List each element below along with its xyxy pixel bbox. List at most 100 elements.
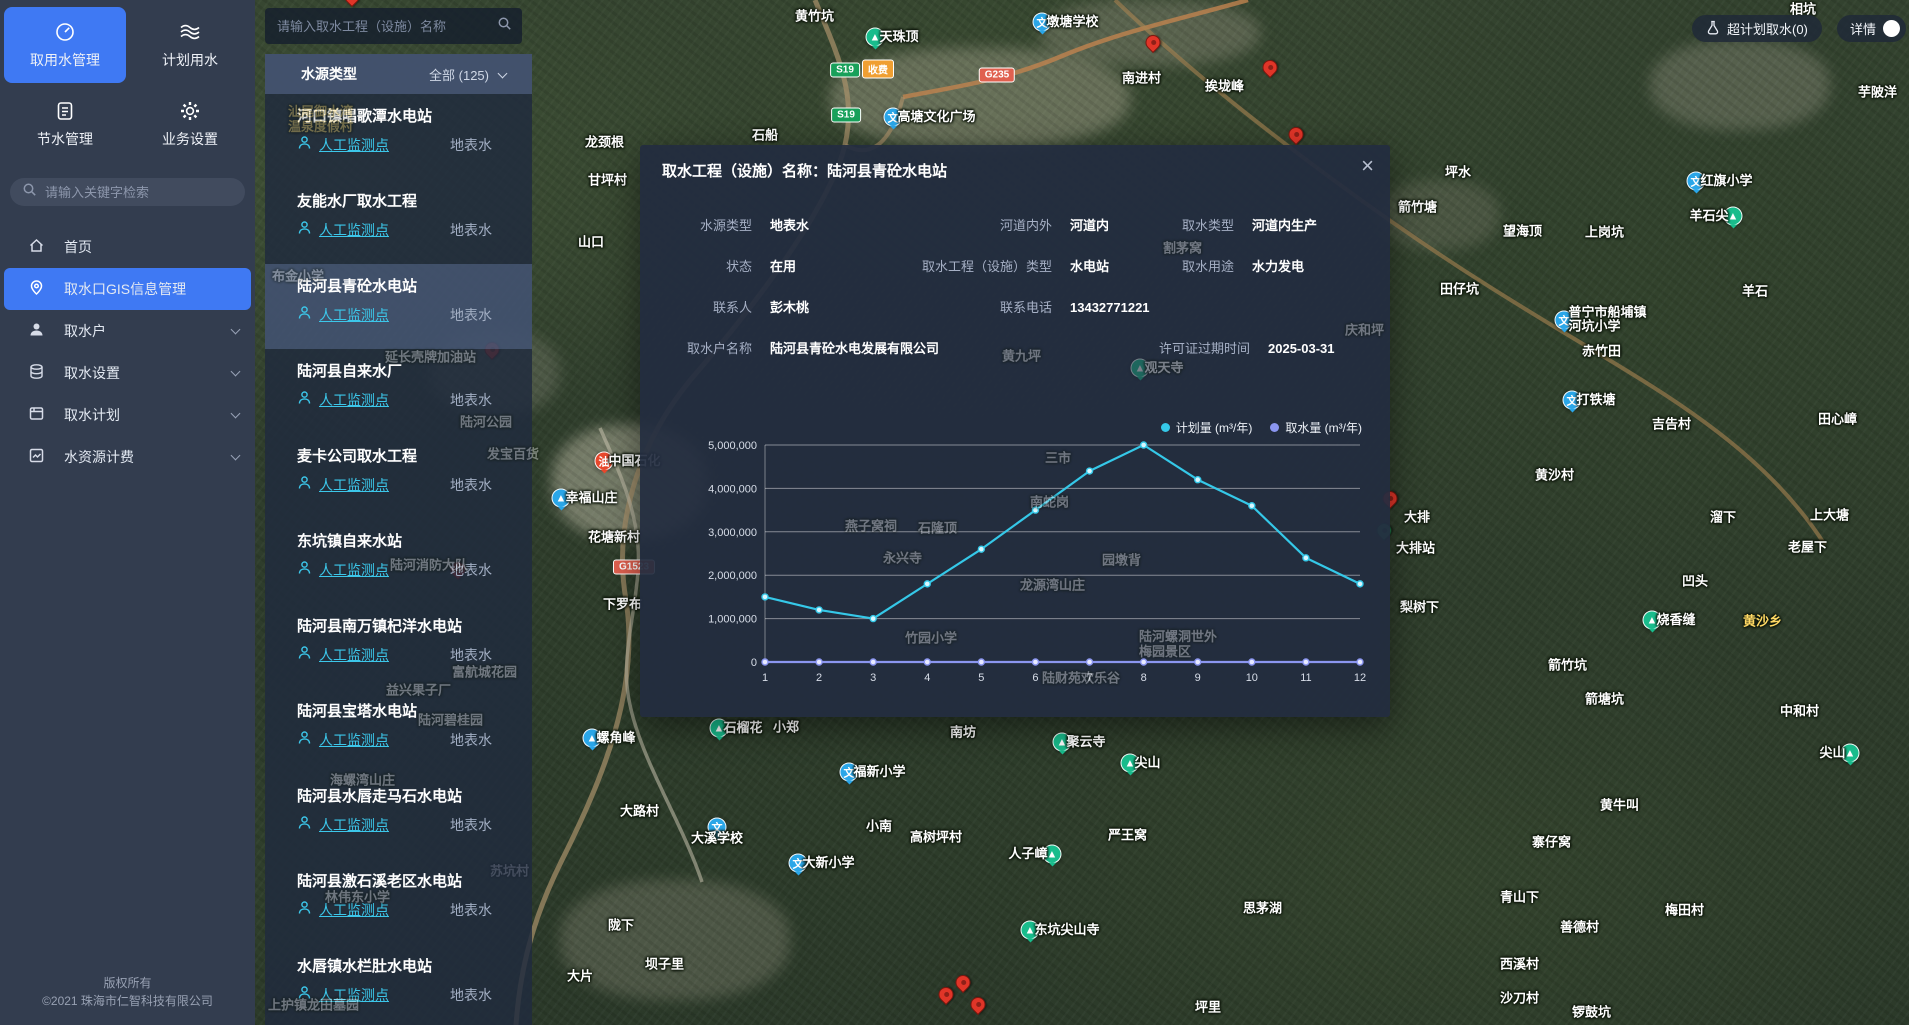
map-poi-marker[interactable]: 文高塘文化广场 (884, 108, 903, 127)
station-name: 陆河县南万镇杞洋水电站 (297, 615, 492, 636)
monitor-type-link[interactable]: 人工监测点 (319, 390, 389, 410)
map-poi-marker[interactable]: ▲聚云寺 (1053, 733, 1072, 752)
person-icon (297, 390, 312, 410)
sidebar-item-plan[interactable]: 取水计划 (0, 394, 255, 436)
sidebar-item-pin[interactable]: 取水口GIS信息管理 (4, 268, 251, 310)
map-poi-marker[interactable]: 文大新小学 (789, 854, 808, 873)
filter-value[interactable]: 全部 (125) (429, 65, 489, 84)
legend-item[interactable]: 取水量 (m³/年) (1270, 419, 1362, 436)
list-item-station[interactable]: 友能水厂取水工程人工监测点地表水 (265, 179, 532, 264)
map-poi-marker[interactable]: ▲人子嶂 (1043, 845, 1062, 864)
field-value: 彭木桃 (752, 297, 884, 316)
list-item-station[interactable]: 陆河县水唇走马石水电站人工监测点地表水 (265, 774, 532, 859)
waves-icon (178, 21, 202, 43)
station-search[interactable] (265, 8, 522, 44)
svg-text:2: 2 (816, 672, 822, 684)
person-icon (297, 475, 312, 495)
sidebar-item-user[interactable]: 取水户 (0, 310, 255, 352)
svg-text:2,000,000: 2,000,000 (708, 570, 757, 582)
svg-text:10: 10 (1246, 672, 1258, 684)
map-poi-marker[interactable]: ▲尖山 (1841, 744, 1860, 763)
info-row: 状态在用取水工程（设施）类型水电站取水用途水力发电 (660, 256, 1370, 275)
map-poi-marker[interactable]: ▲天珠顶 (866, 28, 885, 47)
info-row: 取水户名称陆河县青砼水电发展有限公司许可证过期时间2025-03-31 (660, 338, 1370, 357)
list-item-station[interactable]: 陆河县青砼水电站人工监测点地表水 (265, 264, 532, 349)
list-item-station[interactable]: 麦卡公司取水工程人工监测点地表水 (265, 434, 532, 519)
module-label: 业务设置 (162, 129, 218, 149)
module-gear[interactable]: 业务设置 (129, 86, 251, 162)
map-poi-marker[interactable]: ▲石榴花 (710, 719, 729, 738)
road-badge: S19 (830, 63, 860, 78)
legend-item[interactable]: 计划量 (m³/年) (1161, 419, 1253, 436)
sidebar-item-db[interactable]: 取水设置 (0, 352, 255, 394)
sidebar-item-home[interactable]: 首页 (0, 226, 255, 268)
list-item-station[interactable]: 水唇镇水栏肚水电站人工监测点地表水 (265, 944, 532, 1025)
water-source-type: 地表水 (450, 390, 492, 410)
over-plan-button[interactable]: 超计划取水(0) (1692, 15, 1822, 42)
map-poi-marker[interactable]: 文普宁市船埔镇 河坑小学 (1555, 311, 1574, 330)
sidebar-item-label: 取水设置 (64, 363, 120, 383)
list-item-station[interactable]: 河口镇唱歌潭水电站人工监测点地表水 (265, 94, 532, 179)
close-icon[interactable]: × (1361, 155, 1374, 177)
map-poi-marker[interactable]: ▲螺角峰 (583, 729, 602, 748)
field-value: 河道内生产 (1234, 215, 1317, 234)
map-poi-marker[interactable]: ▲尖山 (1121, 754, 1140, 773)
poi-label: 天珠顶 (880, 30, 919, 45)
road-badge: G235 (979, 68, 1015, 83)
map-poi-marker[interactable]: ▲观天寺 (1131, 359, 1150, 378)
water-source-type: 地表水 (450, 305, 492, 325)
station-meta: 人工监测点地表水 (297, 985, 492, 1005)
copyright-line1: 版权所有 (0, 974, 255, 993)
list-item-station[interactable]: 陆河县自来水厂人工监测点地表水 (265, 349, 532, 434)
poi-label: 螺角峰 (597, 731, 636, 746)
sidebar-search-input[interactable] (45, 185, 233, 200)
monitor-type-link[interactable]: 人工监测点 (319, 475, 389, 495)
source-type-filter[interactable]: 水源类型 全部 (125) (265, 54, 532, 94)
field-label: 取水类型 (1134, 215, 1234, 234)
station-meta: 人工监测点地表水 (297, 220, 492, 240)
field-value: 地表水 (752, 215, 884, 234)
person-icon (297, 560, 312, 580)
map-poi-marker[interactable]: 文大溪学校 (708, 818, 727, 837)
monitor-type-link[interactable]: 人工监测点 (319, 560, 389, 580)
sidebar-search[interactable] (10, 178, 245, 206)
map-poi-marker[interactable]: 文红旗小学 (1687, 172, 1706, 191)
module-label: 计划用水 (162, 50, 218, 70)
monitor-type-link[interactable]: 人工监测点 (319, 985, 389, 1005)
list-item-station[interactable]: 陆河县南万镇杞洋水电站人工监测点地表水 (265, 604, 532, 689)
map-poi-marker[interactable]: 油中国石化 (595, 452, 614, 471)
list-item-station[interactable]: 陆河县激石溪老区水电站人工监测点地表水 (265, 859, 532, 944)
monitor-type-link[interactable]: 人工监测点 (319, 730, 389, 750)
map-poi-marker[interactable]: 文打铁塘 (1563, 391, 1582, 410)
module-meter[interactable]: 取用水管理 (4, 7, 126, 83)
list-item-station[interactable]: 陆河县宝塔水电站人工监测点地表水 (265, 689, 532, 774)
monitor-type-link[interactable]: 人工监测点 (319, 305, 389, 325)
map-poi-marker[interactable]: ▲羊石尖 (1724, 207, 1743, 226)
map-poi-marker[interactable]: ▲烧香缝 (1643, 611, 1662, 630)
field-label: 水源类型 (660, 215, 752, 234)
monitor-type-link[interactable]: 人工监测点 (319, 220, 389, 240)
monitor-type-link[interactable]: 人工监测点 (319, 645, 389, 665)
map-poi-marker[interactable]: 文墩塘学校 (1033, 13, 1052, 32)
svg-text:5,000,000: 5,000,000 (708, 440, 757, 452)
monitor-type-link[interactable]: 人工监测点 (319, 815, 389, 835)
person-icon (297, 730, 312, 750)
map-poi-marker[interactable]: 文福新小学 (840, 763, 859, 782)
module-waves[interactable]: 计划用水 (129, 7, 251, 83)
station-search-input[interactable] (277, 19, 497, 34)
station-meta: 人工监测点 地表水 (297, 305, 492, 325)
monitor-type-link[interactable]: 人工监测点 (319, 900, 389, 920)
station-meta: 人工监测点地表水 (297, 475, 492, 495)
search-icon[interactable] (497, 16, 512, 36)
monitor-type-link[interactable]: 人工监测点 (319, 135, 389, 155)
module-book[interactable]: 节水管理 (4, 86, 126, 162)
toggle-knob[interactable] (1883, 20, 1900, 37)
sidebar-item-bill[interactable]: 水资源计费 (0, 436, 255, 478)
station-name: 东坑镇自来水站 (297, 530, 492, 551)
map-poi-marker[interactable]: ▲幸福山庄 (552, 489, 571, 508)
list-item-station[interactable]: 东坑镇自来水站人工监测点地表水 (265, 519, 532, 604)
legend-label: 取水量 (m³/年) (1285, 419, 1362, 436)
map-poi-marker[interactable]: ▲东坑尖山寺 (1021, 921, 1040, 940)
chart-legend: 计划量 (m³/年) 取水量 (m³/年) (1161, 419, 1362, 436)
detail-toggle[interactable]: 详情 (1837, 15, 1906, 42)
